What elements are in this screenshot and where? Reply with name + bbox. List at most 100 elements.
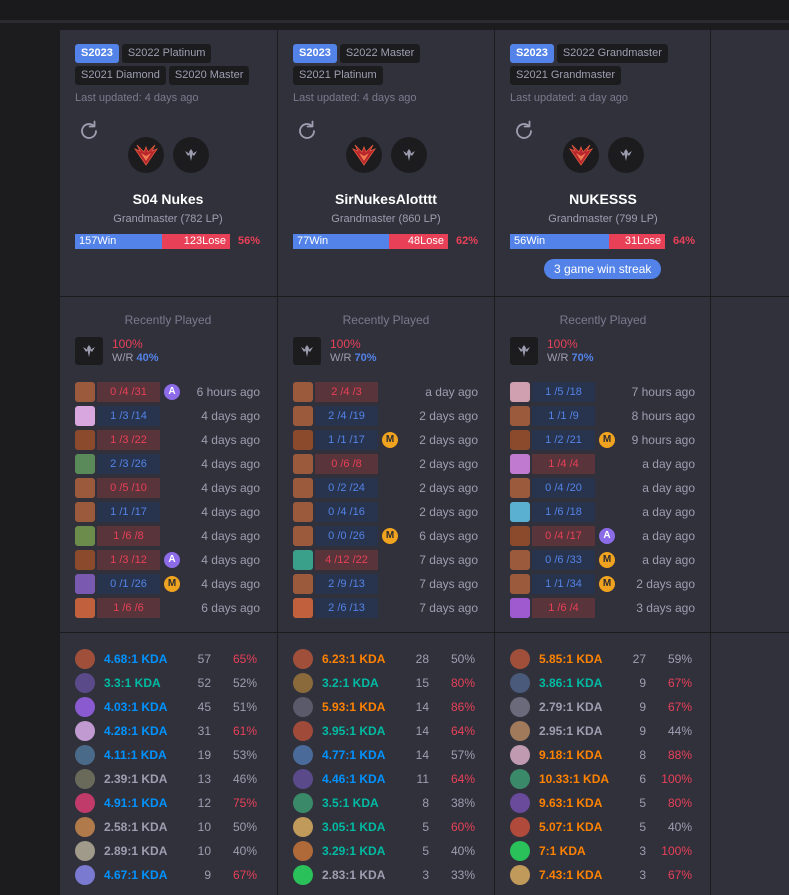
- champion-stat-row[interactable]: 4.91:1 KDA 12 75%: [75, 792, 275, 816]
- game-row[interactable]: 1 /6 /6 6 days ago: [75, 597, 275, 621]
- game-row[interactable]: 2 /4 /19 2 days ago: [293, 405, 493, 429]
- champion-stat-row[interactable]: 3.95:1 KDA 14 64%: [293, 720, 493, 744]
- game-row[interactable]: 0 /6 /33 Ma day ago: [510, 549, 710, 573]
- game-row[interactable]: 1 /5 /18 7 hours ago: [510, 381, 710, 405]
- game-row[interactable]: 2 /6 /13 7 days ago: [293, 597, 493, 621]
- season-tag[interactable]: S2023: [510, 44, 554, 63]
- champion-stat-row[interactable]: 3.05:1 KDA 5 60%: [293, 816, 493, 840]
- champion-stat-row[interactable]: 7:1 KDA 3 100%: [510, 840, 710, 864]
- champion-stat-row[interactable]: 4.46:1 KDA 11 64%: [293, 768, 493, 792]
- champion-games: 14: [415, 748, 429, 762]
- game-row[interactable]: 1 /4 /4 a day ago: [510, 453, 710, 477]
- game-kda: 0 /0 /26: [315, 526, 378, 546]
- wr-label: W/R: [547, 352, 569, 364]
- game-row[interactable]: 0 /2 /24 2 days ago: [293, 477, 493, 501]
- game-row[interactable]: 1 /6 /18 a day ago: [510, 501, 710, 525]
- game-kda: 0 /4 /31: [97, 382, 160, 402]
- champion-stat-row[interactable]: 4.03:1 KDA 45 51%: [75, 696, 275, 720]
- game-row[interactable]: 4 /12 /22 7 days ago: [293, 549, 493, 573]
- game-row[interactable]: 0 /4 /16 2 days ago: [293, 501, 493, 525]
- season-tag[interactable]: S2023: [293, 44, 337, 63]
- champion-stat-row[interactable]: 2.79:1 KDA 9 67%: [510, 696, 710, 720]
- champion-stat-row[interactable]: 4.28:1 KDA 31 61%: [75, 720, 275, 744]
- game-time-ago: 2 days ago: [419, 505, 478, 519]
- game-time-ago: 7 days ago: [419, 553, 478, 567]
- season-tag[interactable]: S2021 Diamond: [75, 66, 166, 85]
- season-tag[interactable]: S2022 Master: [339, 44, 421, 63]
- game-row[interactable]: 0 /0 /26 M 6 days ago: [293, 525, 493, 549]
- game-row[interactable]: 0 /4 /31 A 6 hours ago: [75, 381, 275, 405]
- game-row[interactable]: 0 /4 /17 Aa day ago: [510, 525, 710, 549]
- champion-stat-row[interactable]: 2.95:1 KDA 9 44%: [510, 720, 710, 744]
- season-tag[interactable]: S2020 Master: [168, 66, 250, 85]
- champion-stat-row[interactable]: 4.67:1 KDA 9 67%: [75, 864, 275, 888]
- game-row[interactable]: 0 /4 /20 a day ago: [510, 477, 710, 501]
- champion-icon: [75, 769, 95, 789]
- refresh-icon[interactable]: [296, 120, 318, 142]
- game-time-ago: a day ago: [642, 529, 695, 543]
- position-support-icon: [293, 337, 321, 365]
- champion-stat-row[interactable]: 10.33:1 KDA 6 100%: [510, 768, 710, 792]
- champion-kda: 10.33:1 KDA: [539, 772, 610, 786]
- game-row[interactable]: 0 /6 /8 2 days ago: [293, 453, 493, 477]
- game-row[interactable]: 1 /6 /8 4 days ago: [75, 525, 275, 549]
- champion-stat-row[interactable]: 4.77:1 KDA 14 57%: [293, 744, 493, 768]
- game-time-ago: 4 days ago: [201, 481, 260, 495]
- game-row[interactable]: 0 /1 /26 M 4 days ago: [75, 573, 275, 597]
- game-row[interactable]: 2 /4 /3 a day ago: [293, 381, 493, 405]
- season-tag[interactable]: S2023: [75, 44, 119, 63]
- summoner-name[interactable]: S04 Nukes: [60, 191, 276, 207]
- champion-winrate: 57%: [450, 748, 475, 762]
- game-row[interactable]: 1 /2 /21 M 9 hours ago: [510, 429, 710, 453]
- season-tag[interactable]: S2021 Grandmaster: [510, 66, 622, 85]
- champion-stat-row[interactable]: 4.68:1 KDA 57 65%: [75, 648, 275, 672]
- champion-stat-row[interactable]: 4.11:1 KDA 19 53%: [75, 744, 275, 768]
- refresh-icon[interactable]: [513, 120, 535, 142]
- season-tag[interactable]: S2022 Grandmaster: [556, 44, 668, 63]
- champion-stat-row[interactable]: 2.83:1 KDA 3 33%: [293, 864, 493, 888]
- game-kda: 2 /3 /26: [97, 454, 160, 474]
- game-row[interactable]: 0 /5 /10 4 days ago: [75, 477, 275, 501]
- game-row[interactable]: 1 /3 /22 4 days ago: [75, 429, 275, 453]
- game-row[interactable]: 2 /3 /26 4 days ago: [75, 453, 275, 477]
- game-time-ago: 2 days ago: [419, 433, 478, 447]
- champion-icon: [510, 598, 530, 618]
- champion-games: 14: [415, 700, 429, 714]
- game-row[interactable]: 1 /1 /34 M 2 days ago: [510, 573, 710, 597]
- champion-stat-row[interactable]: 2.58:1 KDA 10 50%: [75, 816, 275, 840]
- game-kda: 2 /6 /13: [315, 598, 378, 618]
- game-row[interactable]: 1 /3 /14 4 days ago: [75, 405, 275, 429]
- champion-stat-row[interactable]: 5.07:1 KDA 5 40%: [510, 816, 710, 840]
- champion-kda: 2.95:1 KDA: [539, 724, 603, 738]
- champion-icon: [510, 697, 530, 717]
- game-row[interactable]: 1 /1 /9 8 hours ago: [510, 405, 710, 429]
- champion-stat-row[interactable]: 9.63:1 KDA 5 80%: [510, 792, 710, 816]
- champion-kda: 4.03:1 KDA: [104, 700, 168, 714]
- game-row[interactable]: 1 /1 /17 M 2 days ago: [293, 429, 493, 453]
- champion-stat-row[interactable]: 9.18:1 KDA 8 88%: [510, 744, 710, 768]
- season-tag[interactable]: S2022 Platinum: [121, 44, 212, 63]
- champion-stat-row[interactable]: 2.89:1 KDA 10 40%: [75, 840, 275, 864]
- champion-stat-row[interactable]: 3.86:1 KDA 9 67%: [510, 672, 710, 696]
- champion-stat-row[interactable]: 3.5:1 KDA 8 38%: [293, 792, 493, 816]
- refresh-icon[interactable]: [78, 120, 100, 142]
- champion-kda: 2.83:1 KDA: [322, 868, 386, 882]
- game-row[interactable]: 1 /3 /12 A 4 days ago: [75, 549, 275, 573]
- champion-stat-row[interactable]: 2.39:1 KDA 13 46%: [75, 768, 275, 792]
- game-row[interactable]: 1 /6 /4 3 days ago: [510, 597, 710, 621]
- top-bar: [0, 0, 789, 23]
- summoner-name[interactable]: SirNukesAlotttt: [278, 191, 494, 207]
- game-row[interactable]: 2 /9 /13 7 days ago: [293, 573, 493, 597]
- champion-stat-row[interactable]: 5.93:1 KDA 14 86%: [293, 696, 493, 720]
- season-tag[interactable]: S2021 Platinum: [293, 66, 383, 85]
- summoner-name[interactable]: NUKESSS: [495, 191, 711, 207]
- recently-played-title: Recently Played: [342, 313, 430, 327]
- game-time-ago: a day ago: [642, 481, 695, 495]
- champion-stat-row[interactable]: 3.2:1 KDA 15 80%: [293, 672, 493, 696]
- champion-stat-row[interactable]: 3.29:1 KDA 5 40%: [293, 840, 493, 864]
- champion-stat-row[interactable]: 7.43:1 KDA 3 67%: [510, 864, 710, 888]
- champion-stat-row[interactable]: 3.3:1 KDA 52 52%: [75, 672, 275, 696]
- champion-stat-row[interactable]: 5.85:1 KDA 27 59%: [510, 648, 710, 672]
- game-row[interactable]: 1 /1 /17 4 days ago: [75, 501, 275, 525]
- champion-stat-row[interactable]: 6.23:1 KDA 28 50%: [293, 648, 493, 672]
